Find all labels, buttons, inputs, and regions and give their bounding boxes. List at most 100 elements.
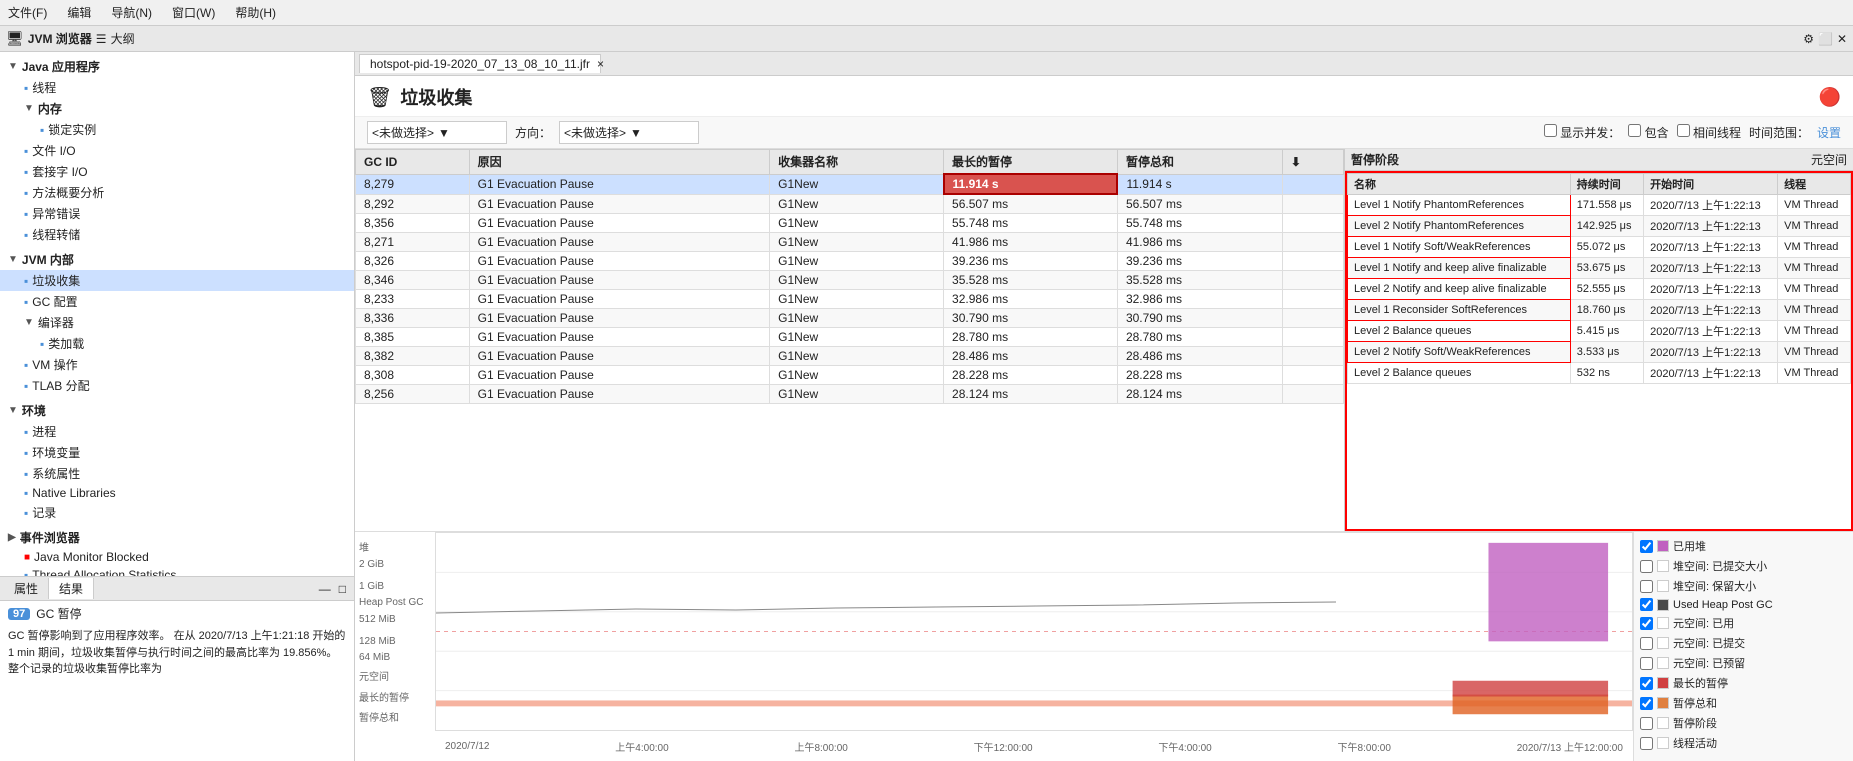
legend-item: 堆空间: 已提交大小	[1640, 558, 1847, 574]
menu-file[interactable]: 文件(F)	[4, 2, 51, 23]
sidebar-item-method-analysis[interactable]: ▪ 方法概要分析	[0, 182, 354, 203]
sidebar-label-jvm-internal: JVM 内部	[22, 251, 74, 268]
main-tab[interactable]: hotspot-pid-19-2020_07_13_08_10_11.jfr	[359, 54, 601, 73]
tab-results[interactable]: 结果	[49, 578, 94, 599]
main-content: hotspot-pid-19-2020_07_13_08_10_11.jfr ×…	[355, 52, 1853, 761]
cell-reason: G1 Evacuation Pause	[469, 347, 769, 366]
panel-minimize[interactable]: —	[315, 582, 335, 596]
table-row[interactable]: 8,346 G1 Evacuation Pause G1New 35.528 m…	[356, 271, 1344, 290]
toolbar-btn-2[interactable]: ⬜	[1818, 32, 1833, 46]
table-row[interactable]: 8,326 G1 Evacuation Pause G1New 39.236 m…	[356, 252, 1344, 271]
table-row[interactable]: 8,385 G1 Evacuation Pause G1New 28.780 m…	[356, 328, 1344, 347]
legend-checkbox-9[interactable]	[1640, 717, 1653, 730]
gc-config-icon: ▪	[24, 295, 28, 309]
cell-gc-id: 8,271	[356, 233, 470, 252]
sidebar-item-memory[interactable]: ▼ 内存	[0, 98, 354, 119]
detail-row[interactable]: Level 2 Notify Soft/WeakReferences 3.533…	[1348, 342, 1851, 363]
sidebar-item-tlab[interactable]: ▪ TLAB 分配	[0, 375, 354, 396]
sidebar-item-file-io[interactable]: ▪ 文件 I/O	[0, 140, 354, 161]
dropdown-direction[interactable]: <未做选择> ▼	[559, 121, 699, 144]
legend-checkbox-3[interactable]	[1640, 598, 1653, 611]
sidebar-item-process[interactable]: ▪ 进程	[0, 421, 354, 442]
detail-table-container[interactable]: 名称 持续时间 开始时间 线程 Level 1 Notify PhantomRe…	[1345, 171, 1853, 531]
detail-row[interactable]: Level 1 Reconsider SoftReferences 18.760…	[1348, 300, 1851, 321]
sidebar-item-jvm-internal[interactable]: ▼ JVM 内部	[0, 249, 354, 270]
panel-maximize[interactable]: □	[335, 582, 350, 596]
sidebar-item-class-load[interactable]: ▪ 类加载	[0, 333, 354, 354]
sidebar-item-thread[interactable]: ▪ 线程	[0, 77, 354, 98]
check-show-concurrent[interactable]	[1544, 124, 1557, 137]
x-label-2: 上午8:00:00	[794, 739, 847, 754]
detail-row[interactable]: Level 2 Balance queues 5.415 μs 2020/7/1…	[1348, 321, 1851, 342]
legend-checkbox-4[interactable]	[1640, 617, 1653, 630]
cell-gc-id: 8,336	[356, 309, 470, 328]
sidebar-item-gc-config[interactable]: ▪ GC 配置	[0, 291, 354, 312]
detail-row[interactable]: Level 2 Balance queues 532 ns 2020/7/13 …	[1348, 363, 1851, 384]
detail-row[interactable]: Level 2 Notify and keep alive finalizabl…	[1348, 279, 1851, 300]
dcell-level-name: Level 2 Notify and keep alive finalizabl…	[1348, 279, 1571, 300]
table-row[interactable]: 8,356 G1 Evacuation Pause G1New 55.748 m…	[356, 214, 1344, 233]
dcell-start: 2020/7/13 上午1:22:13	[1644, 237, 1778, 258]
page-title: 垃圾收集	[400, 84, 472, 110]
detail-row[interactable]: Level 1 Notify and keep alive finalizabl…	[1348, 258, 1851, 279]
legend-color-swatch	[1657, 717, 1669, 729]
menu-edit[interactable]: 编辑	[63, 2, 95, 23]
detail-row[interactable]: Level 2 Notify PhantomReferences 142.925…	[1348, 216, 1851, 237]
cell-gc-id: 8,356	[356, 214, 470, 233]
sidebar-item-event-browser[interactable]: ▶ 事件浏览器	[0, 527, 354, 548]
table-row[interactable]: 8,382 G1 Evacuation Pause G1New 28.486 m…	[356, 347, 1344, 366]
legend-checkbox-7[interactable]	[1640, 677, 1653, 690]
settings-btn[interactable]: 设置	[1817, 124, 1841, 141]
table-container[interactable]: GC ID 原因 收集器名称 最长的暂停 暂停总和 ⬇	[355, 149, 1344, 531]
legend-checkbox-8[interactable]	[1640, 697, 1653, 710]
cell-pause-sum: 28.124 ms	[1117, 385, 1282, 404]
cell-gc-id: 8,308	[356, 366, 470, 385]
legend-checkbox-10[interactable]	[1640, 737, 1653, 750]
legend-checkbox-2[interactable]	[1640, 580, 1653, 593]
sidebar-item-logging[interactable]: ▪ 记录	[0, 502, 354, 523]
sidebar-item-sys-props[interactable]: ▪ 系统属性	[0, 463, 354, 484]
toolbar-btn-3[interactable]: ✕	[1837, 32, 1847, 46]
col-sort[interactable]: ⬇	[1282, 150, 1343, 175]
table-row[interactable]: 8,233 G1 Evacuation Pause G1New 32.986 m…	[356, 290, 1344, 309]
legend-checkbox-0[interactable]	[1640, 540, 1653, 553]
sidebar-item-compiler[interactable]: ▼ 编译器	[0, 312, 354, 333]
dropdown-filter[interactable]: <未做选择> ▼	[367, 121, 507, 144]
sidebar-item-java-monitor-blocked[interactable]: ■ Java Monitor Blocked	[0, 548, 354, 566]
toolbar-btn-1[interactable]: ⚙	[1803, 32, 1814, 46]
sidebar-item-java-app[interactable]: ▼ Java 应用程序	[0, 56, 354, 77]
cell-reason: G1 Evacuation Pause	[469, 194, 769, 214]
legend-checkbox-6[interactable]	[1640, 657, 1653, 670]
sidebar-item-thread-alloc-stats[interactable]: ▪ Thread Allocation Statistics	[0, 566, 354, 576]
sidebar-item-lock-instances[interactable]: ▪ 锁定实例	[0, 119, 354, 140]
table-row[interactable]: 8,271 G1 Evacuation Pause G1New 41.986 m…	[356, 233, 1344, 252]
sidebar-item-exceptions[interactable]: ▪ 异常错误	[0, 203, 354, 224]
sidebar-item-env[interactable]: ▼ 环境	[0, 400, 354, 421]
table-row[interactable]: 8,292 G1 Evacuation Pause G1New 56.507 m…	[356, 194, 1344, 214]
tab-properties[interactable]: 属性	[4, 578, 49, 599]
table-row[interactable]: 8,308 G1 Evacuation Pause G1New 28.228 m…	[356, 366, 1344, 385]
menu-window[interactable]: 窗口(W)	[168, 2, 219, 23]
menu-nav[interactable]: 导航(N)	[107, 2, 156, 23]
table-row[interactable]: 8,256 G1 Evacuation Pause G1New 28.124 m…	[356, 385, 1344, 404]
sidebar-item-env-vars[interactable]: ▪ 环境变量	[0, 442, 354, 463]
detail-row[interactable]: Level 1 Notify Soft/WeakReferences 55.07…	[1348, 237, 1851, 258]
cell-longest-pause: 41.986 ms	[944, 233, 1118, 252]
legend-checkbox-1[interactable]	[1640, 560, 1653, 573]
sidebar-item-socket-io[interactable]: ▪ 套接字 I/O	[0, 161, 354, 182]
sidebar-item-vm-ops[interactable]: ▪ VM 操作	[0, 354, 354, 375]
sidebar-item-thread-dump[interactable]: ▪ 线程转储	[0, 224, 354, 245]
tab-close[interactable]: ×	[597, 57, 604, 71]
table-row[interactable]: 8,336 G1 Evacuation Pause G1New 30.790 m…	[356, 309, 1344, 328]
table-row[interactable]: 8,279 G1 Evacuation Pause G1New 11.914 s…	[356, 174, 1344, 194]
detail-row[interactable]: Level 1 Notify PhantomReferences 171.558…	[1348, 195, 1851, 216]
dcell-duration: 142.925 μs	[1570, 216, 1643, 237]
menu-help[interactable]: 帮助(H)	[231, 2, 280, 23]
sidebar-item-garbage-collect[interactable]: ▪ 垃圾收集	[0, 270, 354, 291]
check-include[interactable]	[1628, 124, 1641, 137]
sidebar-item-native-libs[interactable]: ▪ Native Libraries	[0, 484, 354, 502]
check-interlace[interactable]	[1677, 124, 1690, 137]
tlab-icon: ▪	[24, 379, 28, 393]
jvm-browser-label: JVM 浏览器	[28, 30, 92, 47]
legend-checkbox-5[interactable]	[1640, 637, 1653, 650]
